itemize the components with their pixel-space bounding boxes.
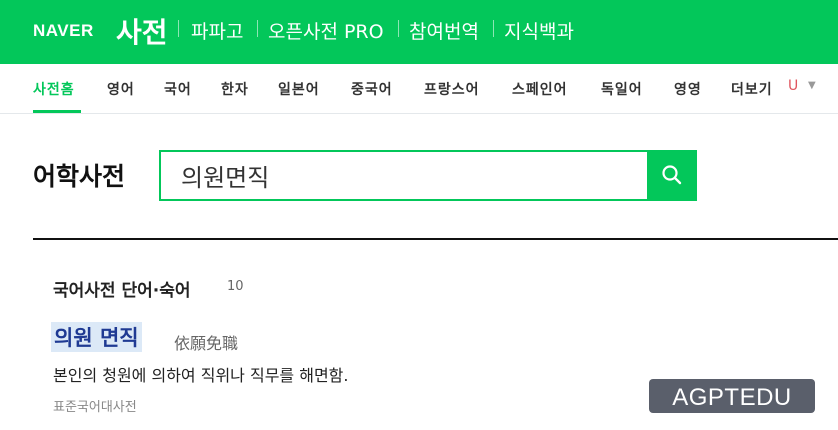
entry-word-link[interactable]: 의원 면직 [51,322,142,352]
page-title: 어학사전 [33,162,126,191]
result-count: 10 [227,279,244,294]
nav-item-japanese[interactable]: 일본어 [278,79,320,99]
header-divider [398,20,399,37]
header-divider [178,20,179,37]
result-section-label: 국어사전 단어·숙어 [53,281,191,301]
nav-item-german[interactable]: 독일어 [601,79,643,99]
entry-definition: 본인의 청원에 의하여 직위나 직무를 해면함. [53,366,349,385]
nav-item-korean[interactable]: 국어 [164,79,192,99]
search-input[interactable] [181,158,621,192]
search-button[interactable] [647,150,697,201]
nav-item-french[interactable]: 프랑스어 [424,79,480,99]
watermark: AGPTEDU [649,379,815,413]
active-tab-indicator [33,110,81,113]
nav-item-home[interactable]: 사전홈 [33,79,75,99]
nav-item-more[interactable]: 더보기 [731,79,773,99]
top-header: NAVER 사전 파파고 오픈사전 PRO 참여번역 지식백과 [0,0,838,64]
open-dict-pro-link[interactable]: 오픈사전 PRO [268,17,384,44]
dictionary-title[interactable]: 사전 [116,11,168,51]
chevron-down-icon[interactable]: ▼ [808,80,816,91]
nav-item-english-english[interactable]: 영영 [674,79,702,99]
translation-participation-link[interactable]: 참여번역 [409,17,479,44]
search-icon [662,165,682,185]
nav-item-english[interactable]: 영어 [107,79,135,99]
nav-item-hanja[interactable]: 한자 [221,79,249,99]
header-divider [493,20,494,37]
naver-logo[interactable]: NAVER [33,21,94,41]
nav-item-chinese[interactable]: 중국어 [351,79,393,99]
section-divider [33,238,838,240]
papago-link[interactable]: 파파고 [191,17,243,44]
dictionary-nav: 사전홈 영어 국어 한자 일본어 중국어 프랑스어 스페인어 독일어 영영 더보… [0,64,838,114]
nav-item-spanish[interactable]: 스페인어 [512,79,568,99]
user-badge[interactable]: U [788,78,798,94]
encyclopedia-link[interactable]: 지식백과 [504,17,574,44]
entry-hanja: 依願免職 [174,334,239,353]
header-divider [257,20,258,37]
entry-source[interactable]: 표준국어대사전 [53,396,137,415]
search-box[interactable] [159,150,649,201]
